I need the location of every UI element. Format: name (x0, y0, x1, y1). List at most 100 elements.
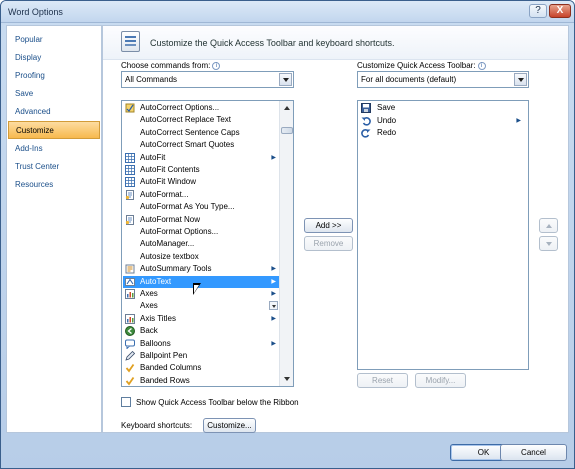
command-label: AutoCorrect Sentence Caps (140, 127, 240, 137)
command-item[interactable]: AutoCorrect Smart Quotes (123, 139, 281, 151)
command-label: AutoText (140, 276, 172, 286)
command-label: AutoSummary Tools (140, 264, 212, 274)
command-item[interactable]: Axes (123, 300, 281, 312)
keyboard-shortcuts-label: Keyboard shortcuts: (121, 421, 193, 430)
command-label: Banded Columns (140, 363, 202, 373)
move-up-button[interactable] (539, 218, 558, 233)
nav-item-advanced[interactable]: Advanced (8, 103, 100, 121)
commands-scrollbar[interactable] (279, 101, 293, 386)
table-icon (125, 177, 135, 188)
nav-item-customize[interactable]: Customize (8, 121, 100, 139)
pen-icon (125, 350, 136, 361)
customize-shortcuts-button[interactable]: Customize... (203, 418, 256, 433)
scroll-down-icon[interactable] (281, 373, 293, 385)
submenu-arrow-icon: ▶ (516, 117, 521, 124)
command-item[interactable]: AutoFormat Options... (123, 226, 281, 238)
help-button[interactable]: ? (529, 4, 547, 18)
command-item[interactable]: AutoFit ▶ (123, 152, 281, 164)
command-label: AutoFit Contents (140, 165, 200, 174)
command-item[interactable]: AutoFormat As You Type... (123, 201, 281, 213)
scroll-up-icon[interactable] (281, 102, 293, 114)
document-icon (125, 189, 135, 200)
reset-button[interactable]: Reset (357, 373, 408, 388)
command-item[interactable]: Banded Columns (123, 362, 281, 374)
command-item[interactable]: AutoText ▶ (123, 275, 281, 288)
command-item[interactable]: AutoSummary Tools ▶ (123, 263, 281, 275)
autotext-icon (125, 277, 135, 287)
options-nav: Popular Display Proofing Save Advanced C… (6, 25, 102, 433)
info-icon: i (477, 61, 486, 70)
document-icon (125, 214, 135, 225)
command-label: Balloons (140, 338, 171, 348)
undo-icon (361, 116, 371, 126)
qat-list[interactable]: Save Undo ▶ Redo (357, 100, 529, 370)
command-label: AutoFit (140, 152, 166, 162)
nav-item-trust-center[interactable]: Trust Center (8, 158, 100, 176)
command-label: AutoFormat As You Type... (140, 202, 235, 212)
command-item[interactable]: AutoFormat Now (123, 214, 281, 226)
modify-button[interactable]: Modify... (415, 373, 466, 388)
command-item[interactable]: AutoFit Window (123, 176, 281, 188)
nav-item-popular[interactable]: Popular (8, 31, 100, 49)
command-label: AutoFormat... (140, 189, 189, 199)
save-icon (361, 103, 371, 113)
chevron-down-icon[interactable] (514, 73, 527, 86)
submenu-arrow-icon: ▶ (271, 291, 276, 297)
command-item[interactable]: AutoManager... (123, 238, 281, 250)
command-item[interactable]: Back (123, 325, 281, 337)
info-icon: i (212, 61, 221, 70)
command-label: AutoFit Window (140, 177, 197, 187)
command-item[interactable]: Balloons ▶ (123, 338, 281, 350)
autocorrect-icon (125, 103, 135, 113)
command-item[interactable]: AutoCorrect Sentence Caps (123, 127, 281, 139)
mouse-pointer-icon (193, 283, 201, 295)
panel-heading: Customize the Quick Access Toolbar and k… (150, 38, 395, 48)
command-item[interactable]: Autosize textbox (123, 251, 281, 263)
nav-item-resources[interactable]: Resources (8, 176, 100, 194)
commands-list[interactable]: AutoCorrect Options... AutoCorrect Replac… (121, 100, 294, 387)
command-label: AutoFormat Now (140, 214, 201, 224)
submenu-arrow-icon: ▶ (271, 315, 276, 322)
summary-icon (125, 264, 135, 274)
command-label: Banded Rows (140, 375, 190, 385)
nav-item-save[interactable]: Save (8, 85, 100, 103)
command-item[interactable]: AutoFormat... (123, 189, 281, 201)
nav-item-proofing[interactable]: Proofing (8, 67, 100, 85)
command-label: Axis Titles (140, 313, 177, 323)
command-item[interactable]: Ballpoint Pen (123, 350, 281, 362)
panel-header: Customize the Quick Access Toolbar and k… (103, 26, 568, 60)
qat-item[interactable]: Redo (359, 127, 525, 140)
customize-qat-select[interactable]: For all documents (default) (357, 71, 529, 88)
command-label: AutoCorrect Options... (140, 103, 220, 112)
command-item[interactable]: AutoCorrect Replace Text (123, 114, 281, 126)
move-down-button[interactable] (539, 236, 558, 251)
show-qat-below-label: Show Quick Access Toolbar below the Ribb… (136, 398, 299, 407)
add-button[interactable]: Add >> (304, 218, 353, 233)
command-item[interactable]: Axes ▶ (123, 288, 281, 300)
table-icon (125, 165, 135, 175)
command-item[interactable]: Axis Titles ▶ (123, 313, 281, 325)
word-options-dialog: Word Options ? X Popular Display Proofin… (0, 0, 575, 469)
show-qat-below-checkbox[interactable] (121, 397, 131, 407)
submenu-arrow-icon: ▶ (271, 278, 276, 285)
qat-item[interactable]: Save (359, 102, 525, 115)
chevron-down-icon[interactable] (279, 73, 292, 86)
check-icon (125, 376, 135, 386)
submenu-arrow-icon: ▶ (271, 154, 276, 161)
command-item[interactable]: AutoFit Contents (123, 164, 281, 176)
customize-toolbar-icon (121, 31, 140, 52)
dialog-client: Popular Display Proofing Save Advanced C… (6, 25, 569, 463)
back-icon (125, 326, 135, 337)
command-item[interactable]: AutoCorrect Options... (123, 102, 281, 114)
choose-commands-select[interactable]: All Commands (121, 71, 294, 88)
qat-item[interactable]: Undo ▶ (359, 115, 525, 128)
check-icon (125, 363, 135, 373)
close-button[interactable]: X (549, 4, 571, 18)
qat-item-label: Save (377, 103, 396, 112)
nav-item-display[interactable]: Display (8, 49, 100, 67)
cancel-button[interactable]: Cancel (500, 444, 567, 461)
nav-item-add-ins[interactable]: Add-Ins (8, 140, 100, 158)
command-item[interactable]: Banded Rows (123, 375, 281, 386)
scroll-thumb[interactable] (281, 127, 293, 134)
remove-button[interactable]: Remove (304, 236, 353, 251)
